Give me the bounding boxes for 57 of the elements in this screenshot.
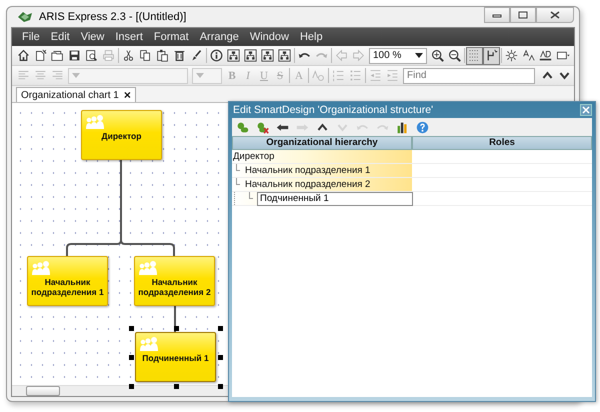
maximize-button[interactable] [510,7,536,23]
selection-handle[interactable] [218,384,223,389]
menu-item[interactable]: Insert [109,31,148,43]
window-title: ARIS Express 2.3 - [(Untitled)] [39,11,186,23]
node-label: Подчиненный 1 [141,353,210,363]
menu-item[interactable]: View [74,31,110,43]
close-icon [550,11,560,19]
people-icon [139,336,159,351]
scrollbar-thumb[interactable] [26,386,60,396]
dialog-title: Edit SmartDesign 'Organizational structure' [233,104,434,116]
org-layout-icon[interactable] [259,46,276,64]
menu-item[interactable]: File [16,31,45,43]
selection-handle[interactable] [129,326,134,331]
selection-handle[interactable] [174,326,178,331]
info-icon[interactable] [208,46,225,64]
people-icon [85,114,105,129]
org-unit-node[interactable]: Начальник подразделения 2 [134,256,215,306]
org-layout-icon[interactable] [225,46,242,64]
tree-item[interactable]: Директор [232,151,274,162]
caret-icon [415,53,423,58]
caret-icon [196,73,204,78]
minimize-icon [492,12,502,18]
menu-item[interactable]: Format [148,31,194,43]
org-layout-icon[interactable] [276,46,293,64]
org-unit-node[interactable]: Подчиненный 1 [135,332,216,382]
node-label: Начальник подразделения 1 [30,277,105,297]
document-tab[interactable]: Organizational chart 1 × [16,87,136,102]
column-header[interactable]: Roles [412,136,592,150]
zoom-dropdown[interactable]: 100 % [369,48,427,64]
org-unit-node[interactable]: Директор [81,110,162,160]
selection-handle[interactable] [129,384,134,389]
minimize-button[interactable] [484,7,510,23]
selection-handle[interactable] [174,384,178,389]
menu-item[interactable]: Window [244,31,294,43]
search-field[interactable]: Find [403,68,535,84]
org-unit-node[interactable]: Начальник подразделения 1 [27,256,108,306]
column-header[interactable]: Organizational hierarchy [232,136,412,150]
maximize-icon [518,11,528,19]
tab-close-button[interactable]: × [124,89,131,101]
edit-field[interactable]: Подчиненный 1 [257,192,413,206]
selection-handle[interactable] [129,355,134,360]
people-icon [31,260,51,275]
connector-icon[interactable] [483,46,500,64]
menu-item[interactable]: Help [294,31,328,43]
menu-item[interactable]: Arrange [194,31,244,43]
caret-icon [72,73,80,78]
selection-handle[interactable] [218,326,223,331]
app-logo-icon [17,11,33,23]
menu-item[interactable]: Edit [44,31,75,43]
people-icon [138,260,158,275]
close-button[interactable] [536,7,574,23]
connector-line [174,306,176,332]
org-layout-icon[interactable] [242,46,259,64]
node-label: Начальник подразделения 2 [137,277,212,297]
node-label: Директор [100,131,142,141]
selection-handle[interactable] [218,355,223,360]
grid-icon[interactable] [466,46,483,64]
